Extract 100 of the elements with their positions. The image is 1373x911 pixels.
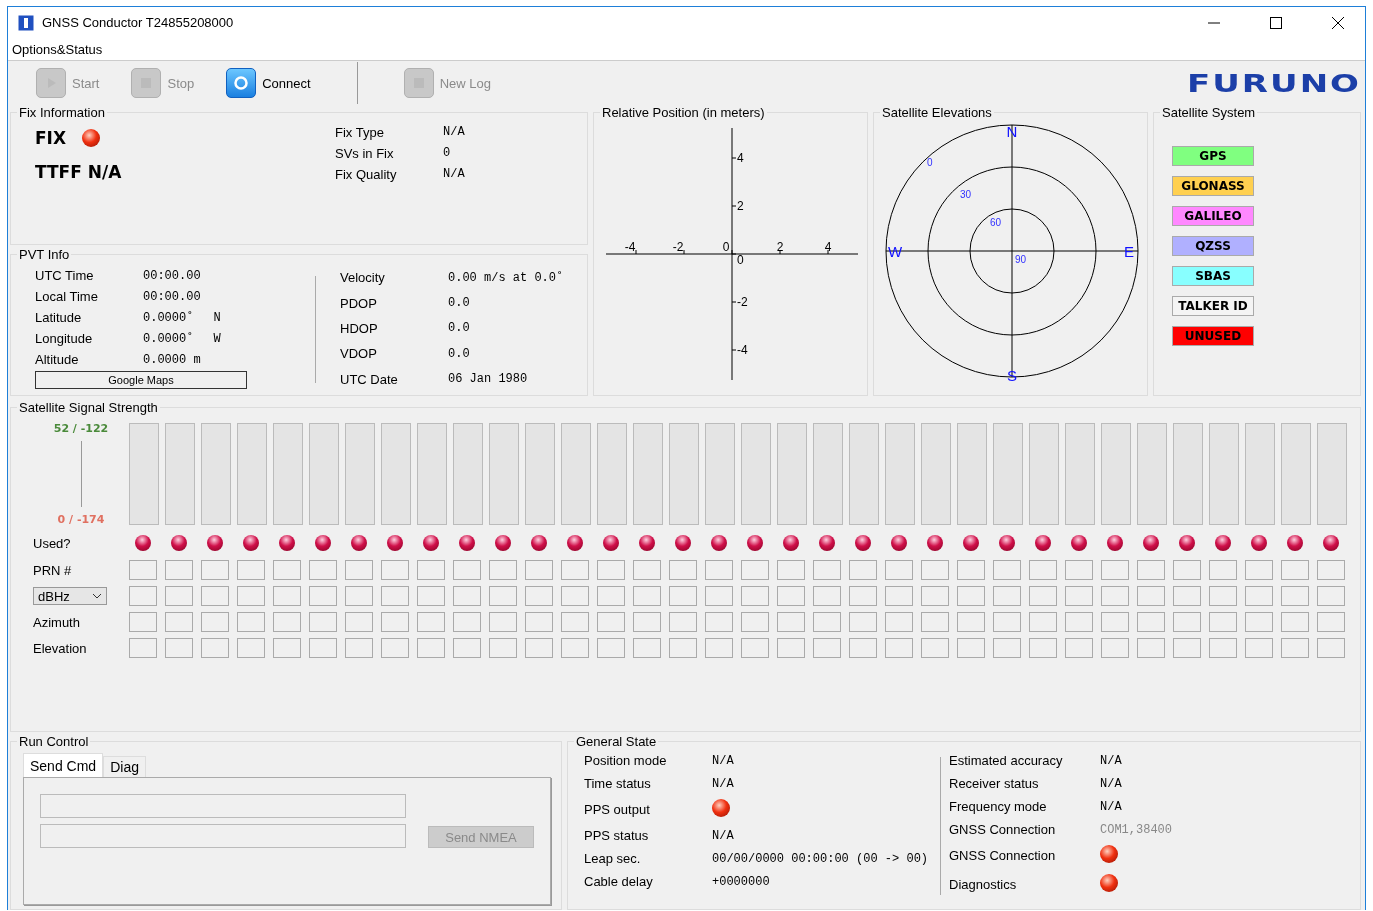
field-label: GNSS Connection xyxy=(949,848,1057,863)
prn-cell xyxy=(633,560,661,580)
elevation-label: 90 xyxy=(1015,254,1027,265)
azimuth-cell xyxy=(417,612,445,632)
elevation-cell xyxy=(273,638,301,658)
prn-cell xyxy=(345,560,373,580)
satellite-system-tag: UNUSED xyxy=(1172,326,1254,346)
azimuth-cell xyxy=(201,612,229,632)
google-maps-button[interactable]: Google Maps xyxy=(35,371,247,389)
maximize-button[interactable] xyxy=(1270,16,1282,29)
menu-item[interactable]: Options&Status xyxy=(12,41,103,57)
signal-cell xyxy=(1245,586,1273,606)
prn-cell xyxy=(1137,560,1165,580)
signal-cell xyxy=(777,586,805,606)
row-label: Azimuth xyxy=(32,614,81,630)
azimuth-cell xyxy=(993,612,1021,632)
field-value: N/A xyxy=(1100,776,1122,791)
close-button[interactable] xyxy=(1332,16,1344,29)
tick-label: -4 xyxy=(737,343,748,357)
field-value: 0.00 m/s at 0.0˚ xyxy=(448,270,564,285)
elevation-cell xyxy=(1173,638,1201,658)
unit-dropdown[interactable]: dBHz xyxy=(33,587,107,605)
signal-cell xyxy=(1029,586,1057,606)
tick-label: 4 xyxy=(737,151,744,165)
elevation-cell xyxy=(381,638,409,658)
field-value: 0.0000 m xyxy=(143,352,201,367)
signal-cell xyxy=(885,586,913,606)
prn-cell xyxy=(1245,560,1273,580)
signal-cell xyxy=(1317,586,1345,606)
prn-cell xyxy=(993,560,1021,580)
field-label: Velocity xyxy=(340,270,386,286)
elevation-cell xyxy=(237,638,265,658)
field-label: Latitude xyxy=(35,310,83,325)
prn-cell xyxy=(129,560,157,580)
field-value: N/A xyxy=(443,125,465,139)
field-label: PPS status xyxy=(584,828,650,843)
prn-cell xyxy=(957,560,985,580)
elevation-cell xyxy=(1029,638,1057,658)
azimuth-cell xyxy=(345,612,373,632)
signal-cell xyxy=(597,586,625,606)
field-value: 0 xyxy=(443,146,451,160)
field-value: N xyxy=(213,310,221,325)
field-label: Fix Quality xyxy=(335,166,398,182)
satellite-system-tag: GLONASS xyxy=(1172,176,1254,196)
prn-cell xyxy=(777,560,805,580)
group-title: Satellite System xyxy=(1161,105,1257,120)
signal-cell xyxy=(705,586,733,606)
prn-cell xyxy=(165,560,193,580)
azimuth-cell xyxy=(1209,612,1237,632)
azimuth-cell xyxy=(669,612,697,632)
field-label: Longitude xyxy=(35,331,94,346)
elevation-label: 0 xyxy=(927,157,933,168)
prn-cell xyxy=(489,560,517,580)
stop-icon xyxy=(131,68,162,99)
prn-cell xyxy=(1281,560,1309,580)
azimuth-cell xyxy=(813,612,841,632)
elevation-cell xyxy=(525,638,553,658)
elevation-cell xyxy=(813,638,841,658)
group-title: Relative Position (in meters) xyxy=(601,105,766,120)
chevron-down-icon xyxy=(92,593,102,599)
field-value: 0.0000˚ xyxy=(143,331,194,346)
azimuth-cell xyxy=(525,612,553,632)
elevation-cell xyxy=(417,638,445,658)
signal-cell xyxy=(921,586,949,606)
azimuth-cell xyxy=(777,612,805,632)
signal-cell xyxy=(417,586,445,606)
satellite-system-tag: TALKER ID xyxy=(1172,296,1254,316)
azimuth-cell xyxy=(921,612,949,632)
signal-cell xyxy=(669,586,697,606)
field-value: 0.0000˚ xyxy=(143,310,194,325)
field-label: UTC Date xyxy=(340,371,399,387)
field-label: Altitude xyxy=(35,352,80,367)
prn-cell xyxy=(705,560,733,580)
elevation-cell xyxy=(1317,638,1345,658)
command-field[interactable] xyxy=(40,794,406,818)
azimuth-cell xyxy=(309,612,337,632)
elevation-cell xyxy=(777,638,805,658)
row-label: PRN # xyxy=(32,562,73,578)
prn-cell xyxy=(381,560,409,580)
field-value: 00:00.00 xyxy=(143,268,201,283)
azimuth-cell xyxy=(1065,612,1093,632)
prn-cell xyxy=(525,560,553,580)
tab[interactable]: Send Cmd xyxy=(23,753,104,777)
signal-cell xyxy=(489,586,517,606)
tab[interactable]: Diag xyxy=(103,756,146,777)
command-field[interactable] xyxy=(40,824,406,848)
field-value: 00/00/0000 00:00:00 (00 -> 00) xyxy=(712,851,929,866)
field-label: SVs in Fix xyxy=(335,145,395,161)
azimuth-cell xyxy=(597,612,625,632)
app-icon xyxy=(18,14,34,31)
row-label: Used? xyxy=(32,535,72,551)
satellite-system-tag: GALILEO xyxy=(1172,206,1254,226)
group-title: Run Control xyxy=(18,734,90,749)
play-icon xyxy=(36,68,66,99)
prn-cell xyxy=(1065,560,1093,580)
field-value: N/A xyxy=(712,753,734,768)
azimuth-cell xyxy=(705,612,733,632)
logo: FURUNO xyxy=(1187,68,1361,99)
signal-cell xyxy=(381,586,409,606)
toolbar-button[interactable]: Connect xyxy=(226,68,311,99)
